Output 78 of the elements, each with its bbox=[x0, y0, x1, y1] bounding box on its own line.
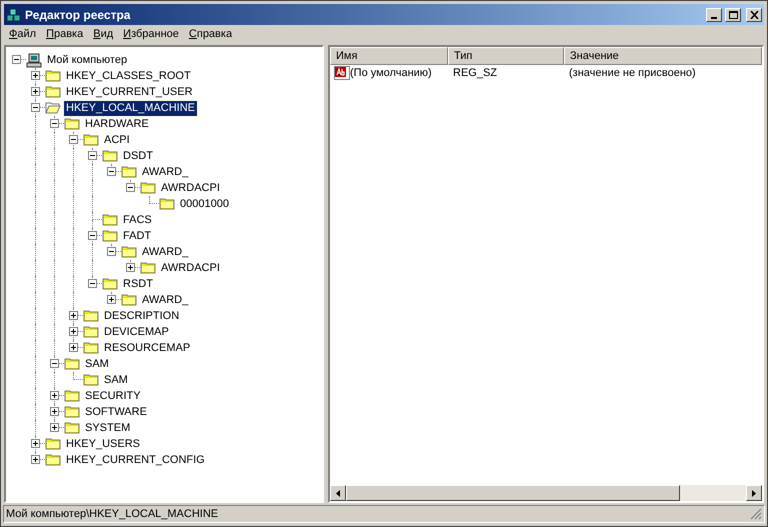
expand-button[interactable] bbox=[69, 327, 78, 336]
menu-item[interactable]: Избранное bbox=[118, 26, 184, 42]
scroll-left-button[interactable] bbox=[330, 485, 346, 501]
close-button[interactable] bbox=[746, 8, 762, 22]
tree-item[interactable]: SECURITY bbox=[83, 388, 143, 404]
string-value-icon bbox=[334, 66, 350, 80]
tree-item[interactable]: RSDT bbox=[121, 276, 155, 292]
column-header[interactable]: Значение bbox=[564, 47, 762, 65]
collapse-button[interactable] bbox=[88, 151, 97, 160]
expand-button[interactable] bbox=[50, 407, 59, 416]
collapse-button[interactable] bbox=[50, 119, 59, 128]
horizontal-scrollbar[interactable] bbox=[330, 485, 762, 501]
expand-button[interactable] bbox=[31, 71, 40, 80]
table-cell-text: (По умолчанию) bbox=[350, 66, 432, 81]
tree-item[interactable]: DEVICEMAP bbox=[102, 324, 171, 340]
status-text: Мой компьютер\HKEY_LOCAL_MACHINE bbox=[6, 506, 220, 522]
collapse-button[interactable] bbox=[12, 55, 21, 64]
collapse-button[interactable] bbox=[50, 359, 59, 368]
tree-item[interactable]: HARDWARE bbox=[83, 116, 151, 132]
collapse-button[interactable] bbox=[31, 103, 40, 112]
tree-item[interactable]: FADT bbox=[121, 228, 154, 244]
column-header[interactable]: Тип bbox=[448, 47, 564, 65]
tree-item[interactable]: AWRDACPI bbox=[159, 260, 222, 276]
collapse-button[interactable] bbox=[88, 231, 97, 240]
tree-item[interactable]: HKEY_LOCAL_MACHINE bbox=[64, 100, 197, 116]
expand-button[interactable] bbox=[107, 295, 116, 304]
scroll-right-button[interactable] bbox=[746, 485, 762, 501]
menu-item[interactable]: Справка bbox=[184, 26, 238, 42]
scroll-thumb[interactable] bbox=[346, 485, 680, 501]
tree-item[interactable]: HKEY_CURRENT_CONFIG bbox=[64, 452, 207, 468]
window-title: Редактор реестра bbox=[25, 6, 132, 24]
collapse-button[interactable] bbox=[107, 167, 116, 176]
table-cell-text: (значение не присвоено) bbox=[569, 66, 696, 81]
expand-button[interactable] bbox=[69, 311, 78, 320]
table-cell-text: REG_SZ bbox=[453, 66, 498, 81]
menu-item[interactable]: Файл bbox=[4, 26, 42, 42]
expand-button[interactable] bbox=[31, 87, 40, 96]
collapse-button[interactable] bbox=[107, 247, 116, 256]
column-header[interactable]: Имя bbox=[330, 47, 448, 65]
collapse-button[interactable] bbox=[88, 279, 97, 288]
menu-item[interactable]: Правка bbox=[41, 26, 88, 42]
right-arrow-icon bbox=[752, 490, 756, 496]
tree-item[interactable]: AWARD_ bbox=[140, 164, 190, 180]
tree-item[interactable]: SAM bbox=[83, 356, 111, 372]
tree-item[interactable]: HKEY_CURRENT_USER bbox=[64, 84, 195, 100]
expand-button[interactable] bbox=[69, 343, 78, 352]
tree-item[interactable]: AWRDACPI bbox=[159, 180, 222, 196]
tree-item[interactable]: RESOURCEMAP bbox=[102, 340, 192, 356]
maximize-icon bbox=[728, 10, 738, 18]
tree-item[interactable]: SAM bbox=[102, 372, 130, 388]
expand-button[interactable] bbox=[50, 391, 59, 400]
tree-item[interactable]: DESCRIPTION bbox=[102, 308, 182, 324]
collapse-button[interactable] bbox=[69, 135, 78, 144]
maximize-button[interactable] bbox=[725, 8, 741, 22]
expand-button[interactable] bbox=[126, 263, 135, 272]
expand-button[interactable] bbox=[31, 455, 40, 464]
expand-button[interactable] bbox=[31, 439, 40, 448]
tree-item[interactable]: AWARD_ bbox=[140, 244, 190, 260]
left-arrow-icon bbox=[336, 490, 340, 496]
tree-item[interactable]: FACS bbox=[121, 212, 154, 228]
tree-item[interactable]: HKEY_CLASSES_ROOT bbox=[64, 68, 193, 84]
menu-item[interactable]: Вид bbox=[88, 26, 118, 42]
expand-button[interactable] bbox=[50, 423, 59, 432]
close-icon bbox=[750, 10, 758, 18]
tree-item[interactable]: DSDT bbox=[121, 148, 155, 164]
tree-item[interactable]: AWARD_ bbox=[140, 292, 190, 308]
resize-grip-icon bbox=[750, 508, 762, 520]
tree-item[interactable]: SYSTEM bbox=[83, 420, 132, 436]
computer-icon bbox=[26, 52, 42, 68]
registry-cubes-icon bbox=[6, 6, 22, 22]
tree-item[interactable]: ACPI bbox=[102, 132, 132, 148]
tree-item[interactable]: Мой компьютер bbox=[45, 52, 130, 68]
collapse-button[interactable] bbox=[126, 183, 135, 192]
tree-item[interactable]: HKEY_USERS bbox=[64, 436, 142, 452]
tree-item[interactable]: SOFTWARE bbox=[83, 404, 149, 420]
minimize-button[interactable] bbox=[706, 8, 722, 22]
tree-item[interactable]: 00001000 bbox=[178, 196, 231, 212]
minimize-icon bbox=[711, 16, 717, 18]
